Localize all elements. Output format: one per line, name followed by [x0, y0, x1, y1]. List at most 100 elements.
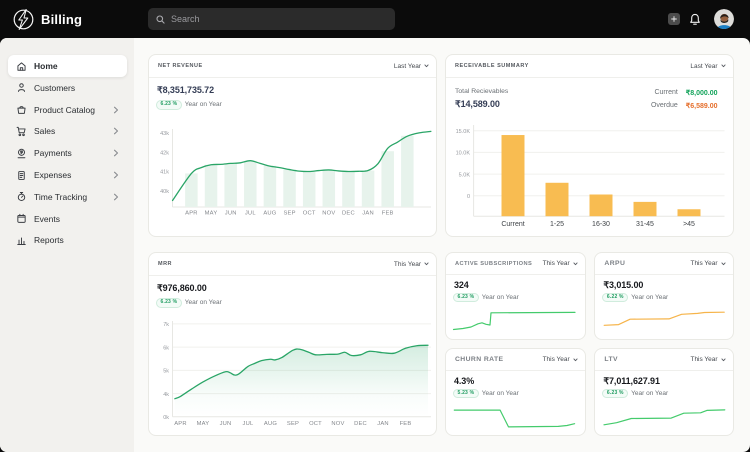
- chevron-down-icon: [573, 262, 578, 266]
- sidebar-item-customers[interactable]: Customers: [8, 77, 127, 99]
- app-title: Billing: [41, 12, 82, 27]
- card-title: ARPU: [604, 260, 625, 267]
- sidebar-item-product-catalog[interactable]: Product Catalog: [8, 99, 127, 121]
- events-icon: [16, 213, 27, 224]
- period-dropdown[interactable]: Last Year: [394, 63, 429, 70]
- svg-text:AUG: AUG: [263, 211, 276, 217]
- sidebar-item-payments[interactable]: Payments: [8, 142, 127, 164]
- period-label: This Year: [543, 356, 570, 363]
- svg-text:MAY: MAY: [197, 421, 210, 427]
- chevron-right-icon: [113, 193, 119, 201]
- period-label: This Year: [394, 261, 421, 268]
- svg-text:SEP: SEP: [283, 211, 295, 217]
- yoy-badge: 6.23 %: [602, 389, 628, 399]
- yoy-label: Year on Year: [185, 101, 222, 108]
- active-subscriptions-card: ACTIVE SUBSCRIPTIONSThis Year3246.23 %Ye…: [445, 252, 586, 340]
- billing-logo-icon: [13, 9, 34, 30]
- period-dropdown[interactable]: This Year: [690, 260, 725, 267]
- yoy-badge: 6.23 %: [453, 293, 479, 303]
- badge-row: 6.22 %Year on Year: [602, 293, 668, 303]
- sidebar-item-expenses[interactable]: Expenses: [8, 164, 127, 186]
- bell-icon: [689, 13, 701, 26]
- payments-icon: [16, 148, 27, 159]
- ltv-card: LTVThis Year₹7,011,627.916.23 %Year on Y…: [594, 348, 733, 436]
- sidebar-item-label: Home: [34, 61, 58, 71]
- badge-row: 6.23 %Year on Year: [602, 389, 668, 399]
- reports-icon: [16, 235, 27, 246]
- mrr-value: ₹976,860.00: [157, 283, 207, 294]
- sidebar-item-events[interactable]: Events: [8, 208, 127, 230]
- yoy-label: Year on Year: [482, 390, 519, 397]
- svg-text:FEB: FEB: [400, 421, 412, 427]
- svg-text:JUN: JUN: [220, 421, 232, 427]
- card-header: ACTIVE SUBSCRIPTIONSThis Year: [446, 253, 585, 275]
- sidebar-item-reports[interactable]: Reports: [8, 229, 127, 251]
- badge-row: 6.23 %Year on Year: [453, 293, 519, 303]
- sidebar-item-label: Reports: [34, 235, 64, 245]
- card-header: LTVThis Year: [595, 349, 732, 371]
- svg-text:MAY: MAY: [205, 211, 218, 217]
- badge-row: 6.23 % Year on Year: [156, 298, 222, 308]
- card-header: CHURN RATE This Year: [446, 349, 585, 371]
- receivable-summary-card: RECEIVABLE SUMMARY Last Year Total Recie…: [445, 54, 734, 237]
- svg-text:5k: 5k: [163, 369, 169, 375]
- net-revenue-chart: 43k42k41k40kAPRMAYJUNJULAUGSEPOCTNOVDECJ…: [149, 121, 438, 224]
- arpu-sparkline: [595, 304, 732, 346]
- churn-rate-card: CHURN RATEThis Year4.3%5.23 %Year on Yea…: [445, 348, 586, 436]
- card-header: NET REVENUE Last Year: [149, 55, 436, 78]
- period-dropdown[interactable]: Last Year: [690, 63, 725, 70]
- sidebar-item-label: Sales: [34, 126, 55, 136]
- time-tracking-icon: [16, 191, 27, 202]
- yoy-badge: 6.23 %: [156, 298, 182, 308]
- svg-text:0k: 0k: [163, 415, 169, 421]
- period-label: This Year: [690, 356, 717, 363]
- customers-icon: [16, 82, 27, 93]
- overdue-value: ₹6,589.00: [686, 102, 718, 110]
- svg-text:AUG: AUG: [264, 421, 277, 427]
- chevron-right-icon: [113, 106, 119, 114]
- svg-text:OCT: OCT: [303, 211, 316, 217]
- add-button[interactable]: [668, 13, 680, 25]
- svg-text:NOV: NOV: [322, 211, 335, 217]
- brand: Billing: [13, 0, 82, 38]
- svg-text:41k: 41k: [160, 170, 169, 176]
- search-icon: [156, 15, 165, 24]
- period-dropdown[interactable]: This Year: [543, 356, 578, 363]
- notifications-button[interactable]: [689, 13, 701, 26]
- period-label: Last Year: [690, 63, 717, 70]
- card-header: ARPU This Year: [595, 253, 732, 275]
- svg-text:APR: APR: [174, 421, 187, 427]
- aging-legend: Current ₹8,000.00 Overdue ₹6,589.00: [651, 89, 718, 110]
- svg-text:15.0K: 15.0K: [456, 129, 471, 135]
- sidebar-item-home[interactable]: Home: [8, 55, 127, 77]
- period-label: This Year: [543, 260, 570, 267]
- svg-text:SEP: SEP: [287, 421, 299, 427]
- current-label: Current: [651, 89, 678, 97]
- card-title: CHURN RATE: [455, 356, 503, 363]
- chevron-right-icon: [113, 171, 119, 179]
- yoy-label: Year on Year: [482, 294, 519, 301]
- svg-text:DEC: DEC: [342, 211, 355, 217]
- ltv-sparkline: [595, 401, 732, 443]
- active-subscriptions-sparkline: [446, 304, 585, 346]
- sidebar-item-label: Expenses: [34, 170, 71, 180]
- period-dropdown[interactable]: This Year: [394, 261, 429, 268]
- sidebar-item-time-tracking[interactable]: Time Tracking: [8, 186, 127, 208]
- svg-text:JUL: JUL: [243, 421, 254, 427]
- user-avatar[interactable]: [714, 9, 734, 29]
- expenses-icon: [16, 170, 27, 181]
- chevron-down-icon: [721, 64, 726, 68]
- period-label: Last Year: [394, 63, 421, 70]
- total-receivables-value: ₹14,589.00: [455, 99, 508, 110]
- yoy-label: Year on Year: [185, 299, 222, 306]
- svg-text:APR: APR: [185, 211, 198, 217]
- sidebar-item-sales[interactable]: Sales: [8, 120, 127, 142]
- chevron-down-icon: [424, 262, 429, 266]
- yoy-label: Year on Year: [631, 294, 668, 301]
- mrr-chart: 7k6k5k4k0kAPRMAYJUNJULAUGSEPOCTNOVDECJAN…: [149, 317, 438, 438]
- period-dropdown[interactable]: This Year: [543, 260, 578, 267]
- search-input[interactable]: Search: [148, 8, 395, 30]
- svg-text:42k: 42k: [160, 150, 169, 156]
- period-dropdown[interactable]: This Year: [690, 356, 725, 363]
- sidebar-item-label: Events: [34, 214, 60, 224]
